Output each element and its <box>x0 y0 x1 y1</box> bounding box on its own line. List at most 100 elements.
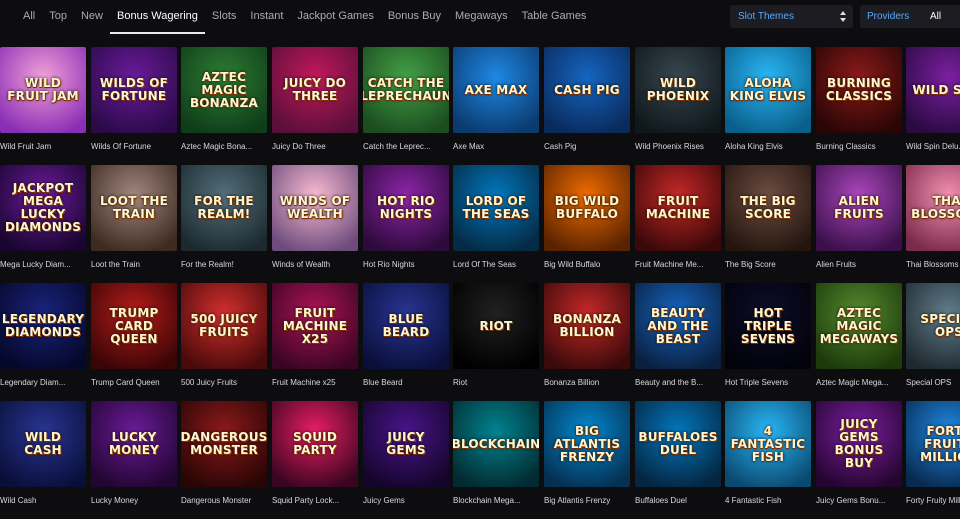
game-title[interactable]: Fruit Machine Me... <box>635 260 721 269</box>
game-card[interactable]: WINDS OF WEALTH Winds of Wealth <box>272 165 358 269</box>
game-thumbnail[interactable]: AZTEC MAGIC MEGAWAYS <box>816 283 902 369</box>
tab-megaways[interactable]: Megaways <box>448 0 515 34</box>
game-thumbnail[interactable]: AZTEC MAGIC BONANZA <box>181 47 267 133</box>
tab-table-games[interactable]: Table Games <box>515 0 594 34</box>
game-card[interactable]: BONANZA BILLION Bonanza Billion <box>544 283 630 387</box>
game-title[interactable]: Lucky Money <box>91 496 177 505</box>
game-thumbnail[interactable]: DANGEROUS MONSTER <box>181 401 267 487</box>
slot-themes-select[interactable]: Slot Themes <box>730 5 853 28</box>
game-title[interactable]: Burning Classics <box>816 142 902 151</box>
game-thumbnail[interactable]: RIOT <box>453 283 539 369</box>
game-thumbnail[interactable]: HOT TRIPLE SEVENS <box>725 283 811 369</box>
game-card[interactable]: 500 JUICY FRUITS 500 Juicy Fruits <box>181 283 267 387</box>
game-thumbnail[interactable]: WILDS OF FORTUNE <box>91 47 177 133</box>
game-thumbnail[interactable]: BUFFALOES DUEL <box>635 401 721 487</box>
game-title[interactable]: Juicy Gems Bonu... <box>816 496 902 505</box>
game-thumbnail[interactable]: LORD OF THE SEAS <box>453 165 539 251</box>
game-card[interactable]: TRUMP CARD QUEEN Trump Card Queen <box>91 283 177 387</box>
game-card[interactable]: LOOT THE TRAIN Loot the Train <box>91 165 177 269</box>
game-thumbnail[interactable]: BONANZA BILLION <box>544 283 630 369</box>
game-title[interactable]: Wild Phoenix Rises <box>635 142 721 151</box>
game-title[interactable]: Bonanza Billion <box>544 378 630 387</box>
game-thumbnail[interactable]: WILD CASH <box>0 401 86 487</box>
tab-all[interactable]: All <box>16 0 42 34</box>
game-title[interactable]: Trump Card Queen <box>91 378 177 387</box>
game-thumbnail[interactable]: BLOCKCHAIN <box>453 401 539 487</box>
game-thumbnail[interactable]: FOR THE REALM! <box>181 165 267 251</box>
game-card[interactable]: BIG ATLANTIS FRENZY Big Atlantis Frenzy <box>544 401 630 505</box>
game-card[interactable]: LORD OF THE SEAS Lord Of The Seas <box>453 165 539 269</box>
game-card[interactable]: CATCH THE LEPRECHAUN Catch the Leprec... <box>363 47 449 151</box>
game-card[interactable]: CASH PIG Cash Pig <box>544 47 630 151</box>
tab-bonus-wagering[interactable]: Bonus Wagering <box>110 0 205 34</box>
game-title[interactable]: Squid Party Lock... <box>272 496 358 505</box>
game-thumbnail[interactable]: BURNING CLASSICS <box>816 47 902 133</box>
game-title[interactable]: 500 Juicy Fruits <box>181 378 267 387</box>
game-card[interactable]: HOT RIO NIGHTS Hot Rio Nights <box>363 165 449 269</box>
game-thumbnail[interactable]: JACKPOT MEGA LUCKY DIAMONDS <box>0 165 86 251</box>
game-title[interactable]: Loot the Train <box>91 260 177 269</box>
game-thumbnail[interactable]: WINDS OF WEALTH <box>272 165 358 251</box>
game-thumbnail[interactable]: THAI BLOSSOMS <box>906 165 960 251</box>
game-thumbnail[interactable]: BIG WILD BUFFALO <box>544 165 630 251</box>
game-thumbnail[interactable]: JUICY GEMS BONUS BUY <box>816 401 902 487</box>
game-thumbnail[interactable]: HOT RIO NIGHTS <box>363 165 449 251</box>
game-title[interactable]: Beauty and the B... <box>635 378 721 387</box>
game-title[interactable]: Thai Blossoms <box>906 260 960 269</box>
game-thumbnail[interactable]: WILD SPIN <box>906 47 960 133</box>
game-card[interactable]: SQUID PARTY Squid Party Lock... <box>272 401 358 505</box>
game-card[interactable]: BIG WILD BUFFALO Big Wild Buffalo <box>544 165 630 269</box>
game-thumbnail[interactable]: ALIEN FRUITS <box>816 165 902 251</box>
game-title[interactable]: Mega Lucky Diam... <box>0 260 86 269</box>
game-title[interactable]: Riot <box>453 378 539 387</box>
game-card[interactable]: JACKPOT MEGA LUCKY DIAMONDS Mega Lucky Di… <box>0 165 86 269</box>
tab-slots[interactable]: Slots <box>205 0 243 34</box>
game-thumbnail[interactable]: WILD FRUIT JAM <box>0 47 86 133</box>
game-title[interactable]: Legendary Diam... <box>0 378 86 387</box>
tab-bonus-buy[interactable]: Bonus Buy <box>381 0 448 34</box>
game-thumbnail[interactable]: BEAUTY AND THE BEAST <box>635 283 721 369</box>
game-card[interactable]: HOT TRIPLE SEVENS Hot Triple Sevens <box>725 283 811 387</box>
game-thumbnail[interactable]: JUICY GEMS <box>363 401 449 487</box>
game-title[interactable]: Winds of Wealth <box>272 260 358 269</box>
game-card[interactable]: AZTEC MAGIC MEGAWAYS Aztec Magic Mega... <box>816 283 902 387</box>
game-title[interactable]: Fruit Machine x25 <box>272 378 358 387</box>
game-card[interactable]: ALIEN FRUITS Alien Fruits <box>816 165 902 269</box>
game-card[interactable]: THE BIG SCORE The Big Score <box>725 165 811 269</box>
game-title[interactable]: The Big Score <box>725 260 811 269</box>
game-card[interactable]: LEGENDARY DIAMONDS Legendary Diam... <box>0 283 86 387</box>
game-title[interactable]: Blockchain Mega... <box>453 496 539 505</box>
providers-select[interactable]: Providers All <box>860 5 960 28</box>
game-card[interactable]: THAI BLOSSOMS Thai Blossoms <box>906 165 960 269</box>
game-thumbnail[interactable]: WILD PHOENIX <box>635 47 721 133</box>
game-title[interactable]: Big Atlantis Frenzy <box>544 496 630 505</box>
game-thumbnail[interactable]: 500 JUICY FRUITS <box>181 283 267 369</box>
game-title[interactable]: Wild Spin Delu... <box>906 142 960 151</box>
game-card[interactable]: FORTY FRUITY MILLION Forty Fruity Milli..… <box>906 401 960 505</box>
game-card[interactable]: JUICY GEMS Juicy Gems <box>363 401 449 505</box>
game-thumbnail[interactable]: FRUIT MACHINE X25 <box>272 283 358 369</box>
game-card[interactable]: FRUIT MACHINE Fruit Machine Me... <box>635 165 721 269</box>
game-title[interactable]: Cash Pig <box>544 142 630 151</box>
game-card[interactable]: WILD FRUIT JAM Wild Fruit Jam <box>0 47 86 151</box>
game-title[interactable]: 4 Fantastic Fish <box>725 496 811 505</box>
game-card[interactable]: WILD PHOENIX Wild Phoenix Rises <box>635 47 721 151</box>
game-card[interactable]: JUICY DO THREE Juicy Do Three <box>272 47 358 151</box>
game-title[interactable]: Hot Triple Sevens <box>725 378 811 387</box>
game-title[interactable]: Juicy Gems <box>363 496 449 505</box>
game-card[interactable]: 4 FANTASTIC FISH 4 Fantastic Fish <box>725 401 811 505</box>
game-thumbnail[interactable]: BIG ATLANTIS FRENZY <box>544 401 630 487</box>
tab-jackpot-games[interactable]: Jackpot Games <box>290 0 380 34</box>
game-title[interactable]: Catch the Leprec... <box>363 142 449 151</box>
game-title[interactable]: Blue Beard <box>363 378 449 387</box>
game-card[interactable]: WILD CASH Wild Cash <box>0 401 86 505</box>
game-title[interactable]: Axe Max <box>453 142 539 151</box>
game-title[interactable]: Aztec Magic Bona... <box>181 142 267 151</box>
game-card[interactable]: FRUIT MACHINE X25 Fruit Machine x25 <box>272 283 358 387</box>
game-thumbnail[interactable]: LUCKY MONEY <box>91 401 177 487</box>
game-thumbnail[interactable]: FRUIT MACHINE <box>635 165 721 251</box>
game-title[interactable]: For the Realm! <box>181 260 267 269</box>
game-title[interactable]: Alien Fruits <box>816 260 902 269</box>
game-thumbnail[interactable]: 4 FANTASTIC FISH <box>725 401 811 487</box>
game-card[interactable]: ALOHA KING ELVIS Aloha King Elvis <box>725 47 811 151</box>
